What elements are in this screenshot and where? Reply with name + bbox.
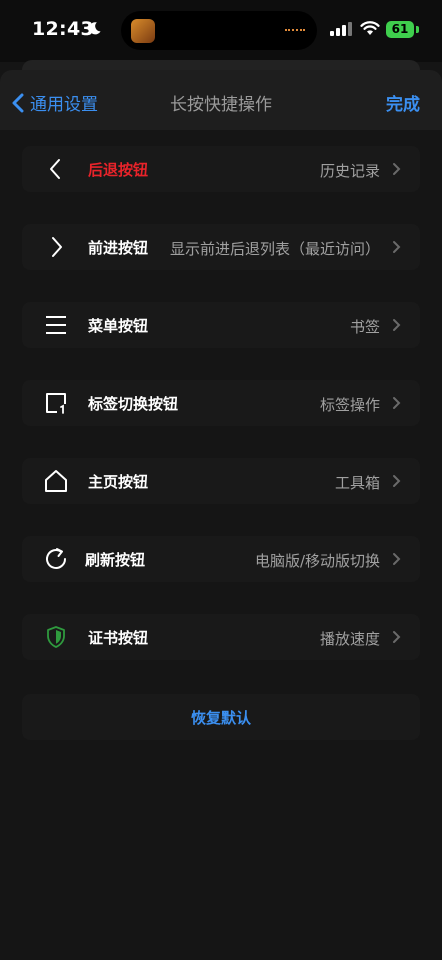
refresh-icon <box>46 548 66 569</box>
cellular-signal-icon <box>330 22 352 36</box>
chevron-right-icon <box>393 397 401 409</box>
navigation-bar: 通用设置 长按快捷操作 完成 <box>0 70 442 130</box>
moon-icon <box>89 22 101 35</box>
menu-icon <box>46 316 66 334</box>
chevron-right-icon <box>393 319 401 331</box>
row-value: 标签操作 <box>319 396 380 414</box>
wifi-icon <box>360 21 380 35</box>
row-label: 后退按钮 <box>88 161 149 179</box>
row-label: 标签切换按钮 <box>88 395 179 413</box>
row-label: 刷新按钮 <box>85 551 146 569</box>
row-back-button[interactable]: 后退按钮 历史记录 <box>22 146 420 192</box>
dynamic-island <box>121 11 317 50</box>
battery-icon: 61 <box>386 21 414 38</box>
row-value: 历史记录 <box>319 162 380 180</box>
forward-arrow-icon <box>52 237 62 257</box>
row-home-button[interactable]: 主页按钮 工具箱 <box>22 458 420 504</box>
tabs-icon <box>46 393 66 414</box>
row-label: 菜单按钮 <box>88 317 149 335</box>
chevron-right-icon <box>393 241 401 253</box>
row-value: 显示前进后退列表（最近访问） <box>169 240 380 258</box>
chevron-right-icon <box>393 553 401 565</box>
status-bar: 12:43 61 <box>0 0 442 62</box>
row-menu-button[interactable]: 菜单按钮 书签 <box>22 302 420 348</box>
app-activity-icon <box>131 19 155 43</box>
row-certificate-button[interactable]: 证书按钮 播放速度 <box>22 614 420 660</box>
row-value: 书签 <box>349 318 380 336</box>
activity-indicator <box>285 29 305 33</box>
back-arrow-icon <box>50 159 60 179</box>
row-tab-switch-button[interactable]: 标签切换按钮 标签操作 <box>22 380 420 426</box>
chevron-right-icon <box>393 631 401 643</box>
row-refresh-button[interactable]: 刷新按钮 电脑版/移动版切换 <box>22 536 420 582</box>
row-label: 前进按钮 <box>88 239 149 257</box>
battery-level: 61 <box>391 22 409 36</box>
row-forward-button[interactable]: 前进按钮 显示前进后退列表（最近访问） <box>22 224 420 270</box>
reset-defaults-label: 恢复默认 <box>190 709 251 727</box>
shield-icon <box>47 626 65 648</box>
row-value: 电脑版/移动版切换 <box>254 552 380 570</box>
row-value: 播放速度 <box>319 630 380 648</box>
reset-defaults-button[interactable]: 恢复默认 <box>22 694 420 740</box>
row-label: 主页按钮 <box>88 473 149 491</box>
page-title: 长按快捷操作 <box>170 95 272 115</box>
row-value: 工具箱 <box>334 474 380 492</box>
row-label: 证书按钮 <box>88 629 149 647</box>
chevron-right-icon <box>393 475 401 487</box>
home-icon <box>45 470 67 492</box>
chevron-right-icon <box>393 163 401 175</box>
done-button[interactable]: 完成 <box>386 90 420 115</box>
status-time: 12:43 <box>32 18 94 40</box>
battery-tip <box>416 26 419 33</box>
